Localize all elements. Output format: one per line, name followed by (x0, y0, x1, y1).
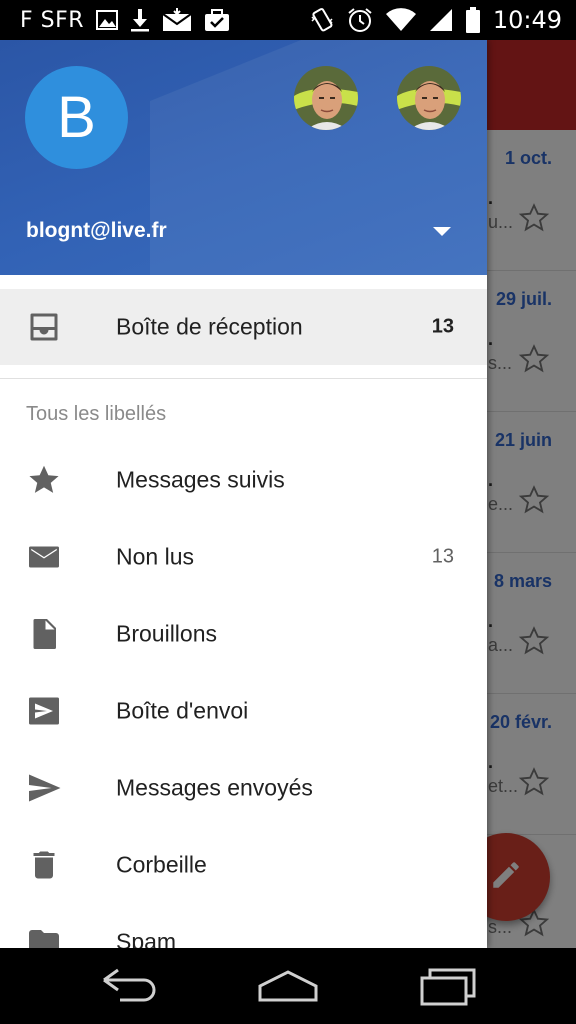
nav-label: Spam (116, 928, 177, 948)
alarm-icon (347, 7, 373, 33)
account-email: blognt@live.fr (26, 219, 167, 242)
nav-item-unread[interactable]: Non lus 13 (0, 518, 487, 595)
system-nav-bar (0, 948, 576, 1024)
clock: 10:49 (492, 6, 562, 34)
secondary-account-avatar[interactable] (294, 66, 358, 130)
briefcase-check-icon (204, 8, 230, 32)
nav-label: Brouillons (116, 620, 217, 646)
mail-icon (162, 8, 192, 32)
nav-item-outbox[interactable]: Boîte d'envoi (0, 672, 487, 749)
unread-count: 13 (431, 315, 454, 338)
nav-item-inbox[interactable]: Boîte de réception 13 (0, 289, 487, 365)
signal-icon (429, 8, 453, 32)
avatar-letter: B (57, 85, 96, 150)
nav-item-starred[interactable]: Messages suivis (0, 441, 487, 518)
divider (0, 378, 487, 379)
nav-label: Corbeille (116, 851, 207, 877)
wifi-icon (385, 8, 416, 32)
folder-icon (26, 924, 62, 948)
account-avatar[interactable]: B (25, 66, 128, 169)
unread-count: 13 (431, 545, 454, 567)
secondary-account-avatar[interactable] (397, 66, 461, 130)
nav-label: Messages suivis (116, 466, 285, 492)
inbox-icon (26, 309, 62, 345)
star-icon (26, 462, 62, 498)
nav-label: Non lus (116, 543, 194, 569)
draft-icon (26, 616, 62, 652)
send-icon (26, 770, 62, 806)
nav-label: Messages envoyés (116, 774, 313, 800)
account-dropdown-icon[interactable] (430, 224, 454, 240)
nav-item-drafts[interactable]: Brouillons (0, 595, 487, 672)
nav-item-spam[interactable]: Spam (0, 903, 487, 948)
image-icon (96, 10, 119, 30)
vibrate-icon (310, 7, 334, 33)
status-bar: F SFR 10:49 (0, 0, 576, 40)
outbox-icon (26, 693, 62, 729)
battery-icon (465, 7, 480, 33)
nav-label: Boîte d'envoi (116, 697, 249, 723)
carrier-label: F SFR (20, 7, 85, 33)
recents-icon[interactable] (418, 966, 478, 1006)
trash-icon (26, 847, 62, 883)
section-header: Tous les libellés (26, 403, 167, 425)
mail-icon (26, 539, 62, 575)
nav-item-trash[interactable]: Corbeille (0, 826, 487, 903)
nav-label: Boîte de réception (116, 313, 303, 340)
download-icon (130, 8, 150, 32)
home-icon[interactable] (256, 966, 320, 1006)
navigation-drawer: B blognt@live.fr Boîte de réception 13 T… (0, 40, 487, 948)
back-icon[interactable] (98, 966, 158, 1006)
nav-item-sent[interactable]: Messages envoyés (0, 749, 487, 826)
account-header: B blognt@live.fr (0, 40, 487, 275)
